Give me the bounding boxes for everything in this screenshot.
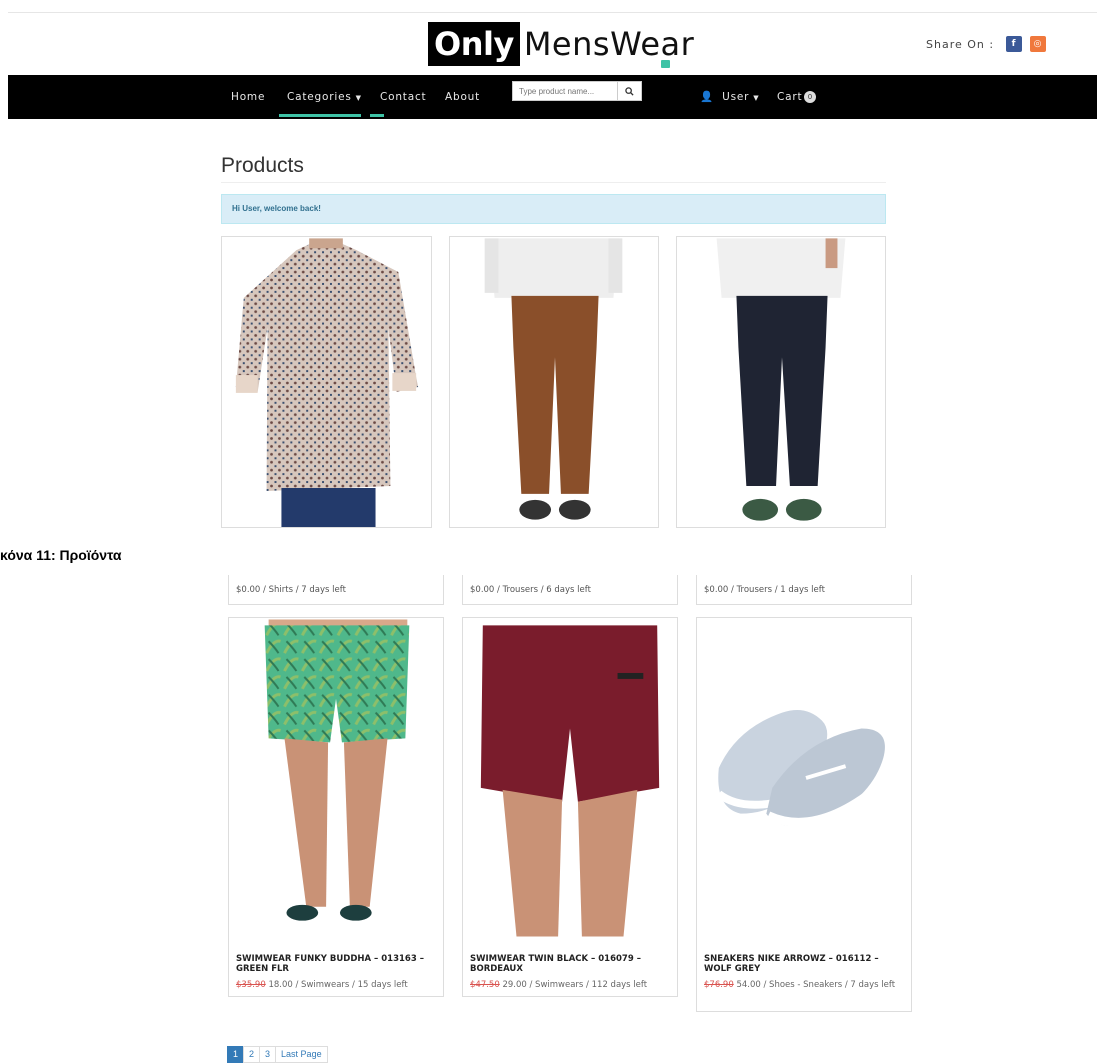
welcome-alert: Hi User, welcome back! bbox=[221, 194, 886, 224]
old-price: $76.90 bbox=[704, 980, 734, 990]
product-card[interactable]: SNEAKERS NIKE ARROWZ – 016112 – WOLF GRE… bbox=[696, 617, 912, 1012]
product-name[interactable]: SWIMWEAR TWIN BLACK – 016079 – BORDEAUX bbox=[470, 954, 670, 974]
old-price: $47.50 bbox=[470, 980, 500, 990]
top-divider bbox=[8, 12, 1097, 13]
product-image-trousers-navy bbox=[677, 238, 885, 527]
product-card[interactable]: SWIMWEAR TWIN BLACK – 016079 – BORDEAUX … bbox=[462, 617, 678, 997]
product-meta: $0.00 / Trousers / 6 days left bbox=[462, 575, 678, 605]
site-logo[interactable]: Only MensWear bbox=[428, 22, 695, 68]
page: Only MensWear Share On : f ◎ Home Catego… bbox=[0, 0, 1097, 1063]
figure-caption: κόνα 11: Προϊόντα bbox=[0, 547, 122, 563]
nav-cart[interactable]: Cart 0 bbox=[777, 75, 817, 119]
product-name[interactable]: SWIMWEAR FUNKY BUDDHA – 013163 – GREEN F… bbox=[236, 954, 436, 974]
product-price: $47.50 29.00 / Swimwears / 112 days left bbox=[470, 980, 670, 990]
product-image-trousers-brown bbox=[450, 238, 658, 527]
share-label: Share On : bbox=[926, 37, 995, 51]
search-button[interactable] bbox=[618, 81, 642, 101]
last-page-link[interactable]: Last Page bbox=[275, 1046, 328, 1063]
product-meta: $0.00 / Shirts / 7 days left bbox=[228, 575, 444, 605]
nav-contact[interactable]: Contact bbox=[380, 75, 426, 119]
product-price: $76.90 54.00 / Shoes - Sneakers / 7 days… bbox=[704, 980, 904, 990]
product-image-swimwear-green bbox=[229, 619, 443, 937]
shopping-bag-icon bbox=[661, 60, 670, 68]
nav-about[interactable]: About bbox=[445, 75, 480, 119]
page-3-link[interactable]: 3 bbox=[259, 1046, 277, 1063]
nav-categories[interactable]: Categories ▼ bbox=[287, 75, 362, 119]
share-bar: Share On : f ◎ bbox=[926, 36, 1047, 52]
product-image-swimwear-bordeaux bbox=[463, 619, 677, 937]
product-card[interactable]: SWIMWEAR FUNKY BUDDHA – 013163 – GREEN F… bbox=[228, 617, 444, 997]
search-form bbox=[512, 81, 642, 101]
page-title: Products bbox=[221, 154, 304, 177]
product-card[interactable] bbox=[676, 236, 886, 528]
search-input[interactable] bbox=[512, 81, 618, 101]
nav-categories-label: Categories bbox=[287, 91, 352, 103]
user-icon: 👤 bbox=[700, 91, 714, 103]
nav-user-label: User bbox=[722, 91, 750, 103]
logo-only-text: Only bbox=[428, 22, 520, 66]
title-divider bbox=[221, 182, 886, 183]
dropdown-indicator bbox=[370, 114, 384, 117]
price-details: 29.00 / Swimwears / 112 days left bbox=[502, 980, 648, 990]
price-details: 54.00 / Shoes - Sneakers / 7 days left bbox=[736, 980, 896, 990]
product-image-shirt bbox=[222, 238, 431, 527]
search-icon bbox=[625, 86, 634, 96]
nav-user[interactable]: 👤 User ▼ bbox=[700, 75, 759, 119]
nav-active-indicator bbox=[279, 114, 361, 117]
product-card[interactable] bbox=[221, 236, 432, 528]
page-1-link[interactable]: 1 bbox=[227, 1046, 245, 1063]
nav-home[interactable]: Home bbox=[231, 75, 265, 119]
nav-cart-label: Cart bbox=[777, 91, 803, 103]
old-price: $35.90 bbox=[236, 980, 266, 990]
chevron-down-icon: ▼ bbox=[355, 94, 362, 102]
main-navbar: Home Categories▼ Contact About 👤 User▼ C… bbox=[8, 75, 1097, 119]
logo-menswear-text: MensWear bbox=[523, 25, 695, 63]
product-image-sneakers bbox=[697, 619, 911, 937]
product-meta: $0.00 / Trousers / 1 days left bbox=[696, 575, 912, 605]
chevron-down-icon: ▼ bbox=[753, 94, 760, 102]
pagination: 1 2 3 Last Page bbox=[227, 1046, 328, 1063]
instagram-icon[interactable]: ◎ bbox=[1030, 36, 1047, 52]
page-2-link[interactable]: 2 bbox=[243, 1046, 261, 1063]
product-price: $35.90 18.00 / Swimwears / 15 days left bbox=[236, 980, 436, 990]
cart-count-badge: 0 bbox=[804, 91, 817, 103]
price-details: 18.00 / Swimwears / 15 days left bbox=[268, 980, 408, 990]
product-name[interactable]: SNEAKERS NIKE ARROWZ – 016112 – WOLF GRE… bbox=[704, 954, 904, 974]
facebook-icon[interactable]: f bbox=[1006, 36, 1023, 52]
product-card[interactable] bbox=[449, 236, 659, 528]
